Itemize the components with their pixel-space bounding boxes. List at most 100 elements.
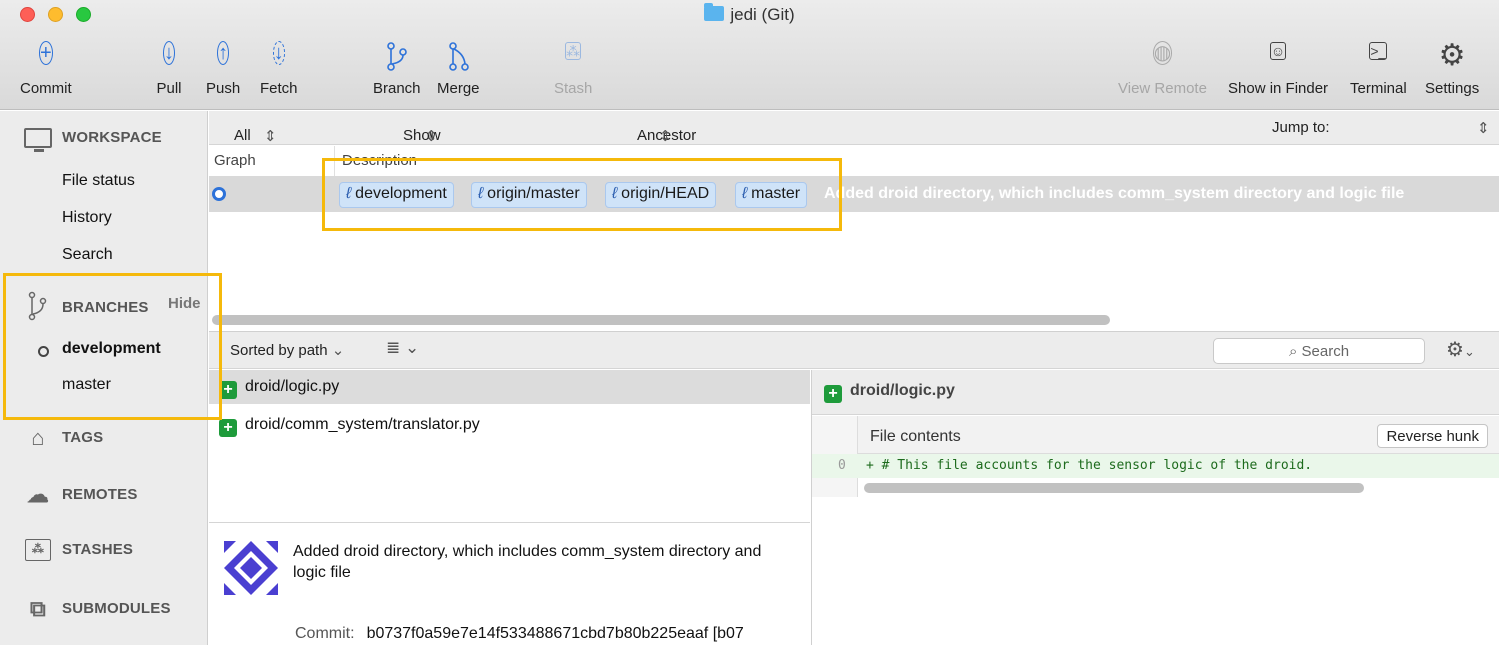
branches-hide-button[interactable]: Hide xyxy=(168,295,201,312)
fetch-label: Fetch xyxy=(260,80,298,97)
sidebar-section-submodules[interactable]: ⧉ SUBMODULES xyxy=(24,596,171,622)
diff-file-name: droid/logic.py xyxy=(850,382,955,399)
stash-button[interactable]: ⁂ Stash xyxy=(554,40,592,97)
folder-icon xyxy=(704,3,725,21)
branch-tag-label: origin/master xyxy=(487,185,580,202)
file-options-gear-button[interactable]: ⚙⌄ xyxy=(1446,337,1475,362)
added-file-icon: + xyxy=(219,419,237,437)
diff-line-number: 0 xyxy=(838,458,846,473)
sidebar-section-stashes[interactable]: ⁂ STASHES xyxy=(24,539,133,561)
sidebar: WORKSPACE File status History Search BRA… xyxy=(0,111,208,645)
column-divider xyxy=(334,146,335,176)
arrow-down-icon: ↓ xyxy=(163,41,175,65)
list-view-select[interactable]: ≣ ⌄ xyxy=(386,338,419,358)
cloud-icon: ☁ xyxy=(26,482,50,507)
terminal-icon: >_ xyxy=(1369,42,1388,60)
file-path: droid/comm_system/translator.py xyxy=(245,416,480,433)
commit-row-message: Added droid directory, which includes co… xyxy=(824,185,1405,202)
gear-icon: ⚙ xyxy=(1438,39,1466,72)
branch-tag-label: development xyxy=(355,185,447,202)
view-remote-button[interactable]: ◍ View Remote xyxy=(1118,40,1207,97)
sidebar-section-remotes[interactable]: ☁ REMOTES xyxy=(24,482,138,508)
branch-icon: ℓ xyxy=(612,185,618,202)
diff-line-added[interactable]: 0 + # This file accounts for the sensor … xyxy=(812,454,1499,478)
finder-icon: ☺ xyxy=(1269,42,1287,60)
sort-select[interactable]: Sorted by path ⌄ xyxy=(230,341,344,359)
file-search-input[interactable]: ⌕ Search xyxy=(1213,338,1425,364)
branch-icon: ℓ xyxy=(742,185,748,202)
title-bar: jedi (Git) + Commit ↓ Pull ↑ Push ↓ Fetc… xyxy=(0,0,1499,110)
merge-icon xyxy=(442,40,474,72)
branch-tag-master[interactable]: ℓ master xyxy=(735,182,808,208)
file-row[interactable]: + droid/comm_system/translator.py xyxy=(209,408,810,442)
push-label: Push xyxy=(206,80,241,97)
select-arrows-icon: ⇕ xyxy=(425,128,438,145)
history-horizontal-scrollbar[interactable] xyxy=(212,315,1110,325)
sidebar-section-workspace[interactable]: WORKSPACE xyxy=(24,128,162,152)
commit-button[interactable]: + Commit xyxy=(20,40,72,97)
diff-line-text: + # This file accounts for the sensor lo… xyxy=(866,458,1313,473)
terminal-label: Terminal xyxy=(1350,80,1407,97)
hunk-header: File contents Reverse hunk xyxy=(858,416,1499,454)
select-arrows-icon: ⇕ xyxy=(659,128,672,145)
tags-label: TAGS xyxy=(62,428,104,446)
jump-to-select[interactable]: ⇕ xyxy=(1477,119,1490,137)
branch-tag-development[interactable]: ℓ development xyxy=(339,182,454,208)
submodules-icon: ⧉ xyxy=(30,596,46,621)
branch-tag-origin-master[interactable]: ℓ origin/master xyxy=(471,182,587,208)
branch-tag-label: master xyxy=(751,185,801,202)
current-branch-marker-icon xyxy=(38,346,49,357)
file-row-selected[interactable]: + droid/logic.py xyxy=(209,370,810,404)
window-title-area: jedi (Git) xyxy=(0,3,1499,25)
push-button[interactable]: ↑ Push xyxy=(206,40,240,97)
commit-graph-node xyxy=(212,187,226,201)
terminal-button[interactable]: >_ Terminal xyxy=(1350,40,1407,97)
commit-row-selected[interactable]: ℓ development ℓ origin/master ℓ origin/HEAD… xyxy=(209,176,1499,212)
sourcetree-window: jedi (Git) + Commit ↓ Pull ↑ Push ↓ Fetc… xyxy=(0,0,1499,645)
pull-button[interactable]: ↓ Pull xyxy=(153,40,185,97)
submodules-label: SUBMODULES xyxy=(62,599,171,617)
arrow-up-icon: ↑ xyxy=(217,41,230,65)
history-filter-bar: All Branches⇕ Show Remote Branches⇕ Ance… xyxy=(209,111,1499,178)
chevron-down-icon: ⌄ xyxy=(1463,344,1475,359)
file-path: droid/logic.py xyxy=(245,378,340,395)
diff-horizontal-scrollbar[interactable] xyxy=(864,483,1364,493)
diff-pane: + droid/logic.py File contents Reverse hu… xyxy=(811,370,1499,645)
commit-details-panel: Added droid directory, which includes co… xyxy=(209,522,810,645)
fetch-icon: ↓ xyxy=(272,41,285,65)
sidebar-section-tags[interactable]: ⌂ TAGS xyxy=(24,425,103,451)
hunk-title: File contents xyxy=(870,428,961,445)
merge-button[interactable]: Merge xyxy=(437,40,480,97)
commit-message: Added droid directory, which includes co… xyxy=(293,543,762,581)
remotes-label: REMOTES xyxy=(62,485,138,503)
chevron-down-icon: ⌄ xyxy=(331,342,345,359)
sidebar-item-branch-development[interactable]: development xyxy=(62,340,161,358)
file-list-toolbar: Sorted by path ⌄ ≣ ⌄ ⌕ Search ⚙⌄ xyxy=(209,332,1499,369)
fetch-button[interactable]: ↓ Fetch xyxy=(260,40,298,97)
sidebar-item-search[interactable]: Search xyxy=(62,246,113,264)
sidebar-item-branch-master[interactable]: master xyxy=(62,376,111,394)
tag-icon: ⌂ xyxy=(31,425,45,450)
list-icon: ≣ xyxy=(386,338,401,357)
branch-button[interactable]: Branch xyxy=(373,40,421,97)
commit-hash-line: Commit: b0737f0a59e7e14f533488671cbd7b80b… xyxy=(295,625,744,643)
branch-icon: ℓ xyxy=(478,185,484,202)
commit-hash-value[interactable]: b0737f0a59e7e14f533488671cbd7b80b225eaaf… xyxy=(367,625,744,642)
view-remote-label: View Remote xyxy=(1118,80,1207,97)
description-column-header[interactable]: Description xyxy=(342,152,417,169)
merge-label: Merge xyxy=(437,80,480,97)
plus-icon: + xyxy=(38,41,53,65)
graph-column-header[interactable]: Graph xyxy=(214,152,256,169)
branch-tag-origin-head[interactable]: ℓ origin/HEAD xyxy=(605,182,717,208)
branch-tag-label: origin/HEAD xyxy=(621,185,710,202)
branch-icon: ℓ xyxy=(346,185,352,202)
sidebar-item-file-status[interactable]: File status xyxy=(62,172,135,190)
chevron-down-icon: ⌄ xyxy=(404,338,420,357)
show-in-finder-button[interactable]: ☺ Show in Finder xyxy=(1228,40,1328,97)
sidebar-item-history[interactable]: History xyxy=(62,209,112,227)
sidebar-section-branches[interactable]: BRANCHES xyxy=(24,291,149,325)
reverse-hunk-button[interactable]: Reverse hunk xyxy=(1377,424,1488,448)
settings-button[interactable]: ⚙ Settings xyxy=(1425,39,1480,98)
stash-icon: ⁂ xyxy=(25,539,51,561)
settings-label: Settings xyxy=(1425,80,1480,97)
